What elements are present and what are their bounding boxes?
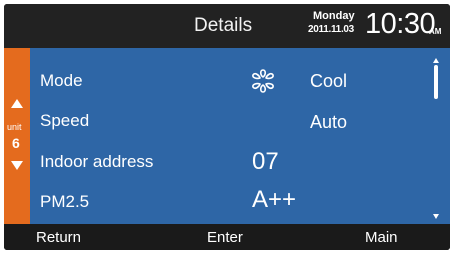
- mode-value: Cool: [310, 71, 348, 91]
- pm25-label: PM2.5: [40, 192, 90, 211]
- scrollbar-thumb[interactable]: [434, 65, 438, 99]
- speed-label: Speed: [40, 111, 90, 130]
- enter-button[interactable]: Enter: [207, 229, 243, 246]
- details-panel: Mode Cool Speed Auto Indoor address 07 P…: [30, 48, 450, 224]
- controller-screen: Details Monday 2011.11.03 10:30 AM unit …: [4, 4, 450, 250]
- mode-label: Mode: [40, 71, 83, 90]
- row-pm25[interactable]: PM2.5 A++: [30, 180, 450, 220]
- indoor-address-value: 07: [252, 148, 279, 175]
- row-speed[interactable]: Speed Auto: [30, 100, 450, 140]
- clock-ampm: AM: [429, 27, 442, 36]
- footer-bar: Return Enter Main: [4, 224, 450, 250]
- indoor-address-label: Indoor address: [40, 152, 154, 171]
- header-bar: Details Monday 2011.11.03 10:30 AM: [4, 4, 450, 48]
- unit-number: 6: [12, 135, 20, 151]
- row-indoor-address[interactable]: Indoor address 07: [30, 140, 450, 180]
- unit-selector[interactable]: unit 6: [4, 48, 30, 224]
- clock-time: 10:30: [365, 8, 436, 40]
- page-title: Details: [194, 15, 253, 36]
- weekday-label: Monday: [313, 10, 355, 22]
- pm25-value: A++: [252, 186, 297, 213]
- unit-up-arrow-icon[interactable]: [11, 99, 23, 108]
- scroll-up-arrow-icon[interactable]: [433, 58, 439, 63]
- speed-value: Auto: [310, 112, 348, 132]
- row-mode[interactable]: Mode Cool: [30, 60, 450, 100]
- scroll-down-arrow-icon[interactable]: [433, 214, 439, 219]
- return-button[interactable]: Return: [36, 229, 81, 246]
- date-label: 2011.11.03: [308, 24, 354, 35]
- snowflake-icon: [252, 69, 274, 93]
- unit-label: unit: [7, 122, 22, 132]
- unit-down-arrow-icon[interactable]: [11, 161, 23, 170]
- main-button[interactable]: Main: [365, 229, 398, 246]
